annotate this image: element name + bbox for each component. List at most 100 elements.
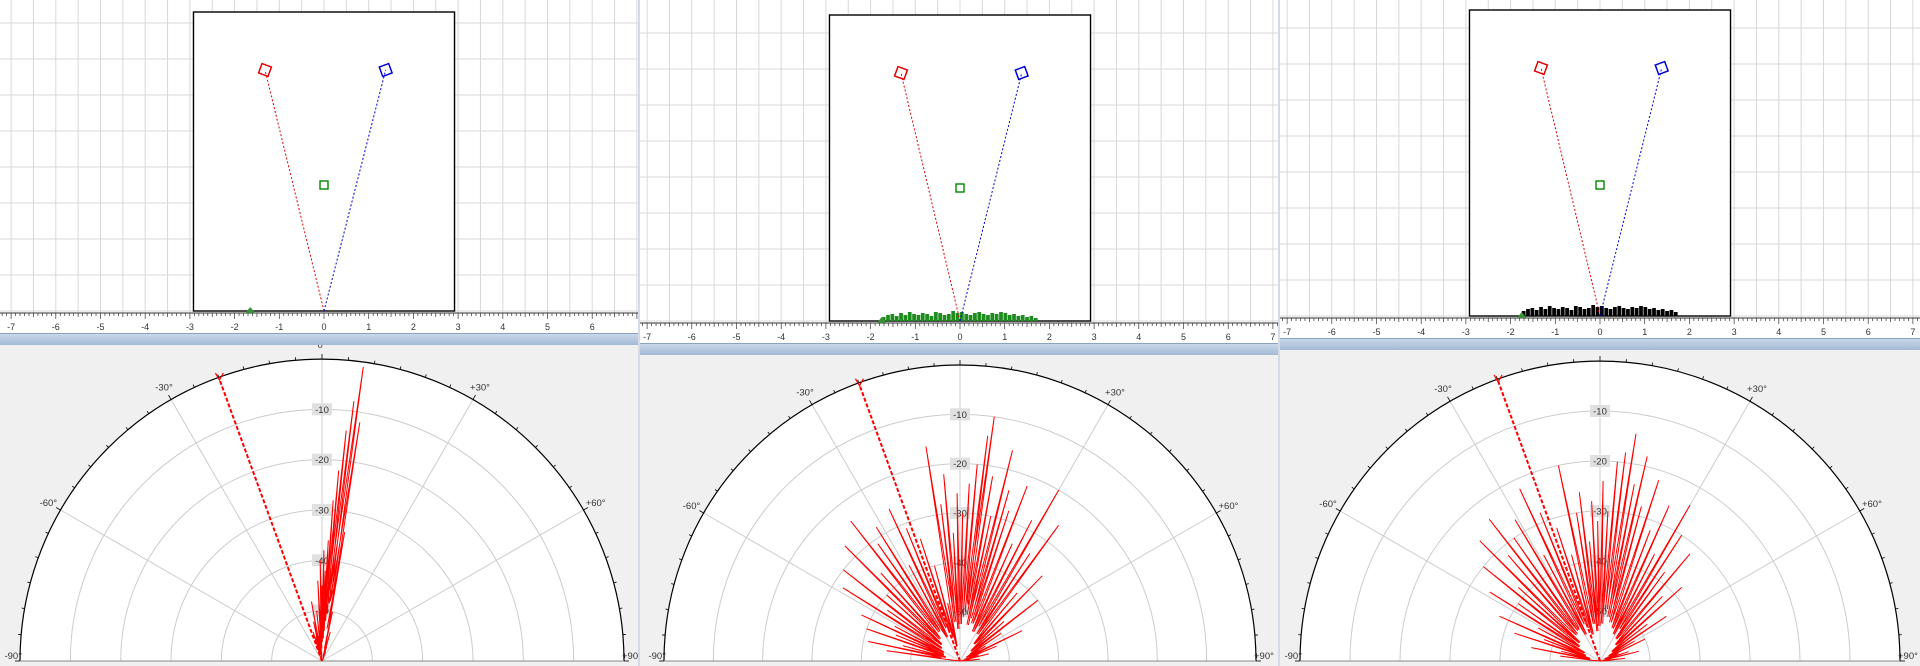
diffuser-block xyxy=(1029,316,1034,321)
ruler-label: -4 xyxy=(777,332,785,342)
polar-angle-label: +30° xyxy=(1747,384,1767,395)
polar-angle-label: 0° xyxy=(955,355,964,357)
polar-db-label: -30 xyxy=(315,506,329,517)
polar-tick xyxy=(1811,446,1815,450)
polar-tick xyxy=(146,410,150,414)
ruler-label: -7 xyxy=(1283,327,1291,337)
room-boundary xyxy=(1468,9,1732,317)
polar-tick xyxy=(1129,415,1132,419)
room-view-1[interactable]: -7 -6 -5 -4 -3 -2 -1 0 1 2 3 4 5 6 xyxy=(0,0,638,333)
polar-tick xyxy=(1546,362,1549,366)
diffuser-block xyxy=(899,313,903,321)
polar-tick xyxy=(788,415,791,419)
diffuser-block xyxy=(1591,305,1596,316)
polar-db-label: -10 xyxy=(953,410,967,421)
diffuser-block xyxy=(1012,314,1016,321)
ruler-label: -1 xyxy=(1551,327,1559,337)
diffuser-block xyxy=(1608,309,1613,316)
ruler-label: 1 xyxy=(1642,327,1647,337)
diffuser-block xyxy=(886,315,890,321)
polar-tick xyxy=(1425,412,1429,416)
ruler-label: 1 xyxy=(366,322,371,332)
diffuser-block xyxy=(1656,310,1661,316)
polar-tick xyxy=(1521,368,1523,372)
ruler-label: 1 xyxy=(1002,332,1007,342)
polar-tick xyxy=(106,445,109,448)
ruler-label: 6 xyxy=(1226,332,1231,342)
polar-tick xyxy=(1471,386,1474,390)
polar-tick xyxy=(1169,449,1172,452)
polar-tick xyxy=(1011,366,1013,370)
ruler-label: 5 xyxy=(545,322,550,332)
polar-tick xyxy=(21,607,25,609)
panel-1: -7 -6 -5 -4 -3 -2 -1 0 1 2 3 4 5 6 0° -30° +30° -60° +60°… xyxy=(0,0,638,666)
diffuser-block xyxy=(1652,308,1656,316)
diffuser-block xyxy=(1669,310,1674,316)
polar-tick xyxy=(1315,556,1319,559)
diffuser-block xyxy=(925,314,929,321)
diffuser-block xyxy=(999,312,1003,321)
polar-tick xyxy=(424,374,427,378)
polar-angle-label: 0° xyxy=(317,345,326,351)
polar-tick xyxy=(1385,446,1389,450)
diffuser-block xyxy=(1534,310,1539,316)
room-view-2[interactable]: -7 -6 -5 -4 -3 -2 -1 0 1 2 3 4 5 6 7 xyxy=(640,0,1278,343)
polar-tick xyxy=(1060,379,1063,383)
polar-tick xyxy=(833,389,836,393)
ruler-label: 7 xyxy=(1270,332,1275,342)
polar-tick xyxy=(714,489,718,492)
diffuser-block xyxy=(1552,308,1556,316)
diffuser-block xyxy=(1634,308,1639,316)
ruler-label: -6 xyxy=(1328,327,1336,337)
polar-tick xyxy=(35,556,39,559)
room-boundary xyxy=(828,14,1092,322)
polar-angle-label: -90° xyxy=(648,651,666,662)
polar-tick xyxy=(767,431,771,435)
ruler-label: 4 xyxy=(500,322,505,332)
room-plot: -7 -6 -5 -4 -3 -2 -1 0 1 2 3 4 5 6 xyxy=(0,0,638,332)
polar-angle-label: -60° xyxy=(683,501,701,512)
polar-angle-label: +90° xyxy=(1254,651,1274,662)
polar-angle-label: +60° xyxy=(1219,501,1239,512)
polar-tick xyxy=(1447,396,1451,402)
diffuser-block xyxy=(946,314,951,321)
diffuser-block xyxy=(1626,309,1630,316)
ruler-label: -5 xyxy=(732,332,740,342)
polar-angle-label: -60° xyxy=(40,498,58,509)
polar-db-label: -20 xyxy=(315,455,329,466)
polar-tick xyxy=(730,468,734,472)
polar-angle-label: +60° xyxy=(1862,499,1882,510)
diffuser-block xyxy=(1660,309,1665,316)
diffuser-block xyxy=(1530,308,1535,316)
polar-tick xyxy=(595,531,599,534)
ruler-label: -2 xyxy=(231,322,239,332)
diffuser-block xyxy=(1543,309,1548,316)
diffuser-block xyxy=(1673,312,1678,316)
diffuser-block xyxy=(1025,317,1029,321)
diffuser-block xyxy=(973,313,977,321)
polar-tick xyxy=(125,427,129,430)
polar-view-3[interactable]: 0°-30°+30°-60°+60°-90°+90°-10-20-30-40-5… xyxy=(1280,350,1920,666)
polar-angle-label: -30° xyxy=(796,388,814,399)
polar-tick xyxy=(472,394,476,400)
polar-tick xyxy=(88,464,91,468)
room-view-3[interactable]: -7 -6 -5 -4 -3 -2 -1 0 1 2 3 4 5 6 7 xyxy=(1280,0,1920,338)
polar-tick xyxy=(535,445,538,448)
diffuser-block xyxy=(929,316,934,321)
polar-tick xyxy=(192,384,195,388)
polar-view-1[interactable]: 0°-30°+30°-60°+60°-90°+90°-10-20-30-40-5… xyxy=(0,345,638,666)
polar-db-label: -10 xyxy=(1593,407,1607,418)
polar-tick xyxy=(45,531,49,534)
polar-angle-label: -30° xyxy=(1434,384,1452,395)
polar-tick xyxy=(1107,400,1111,405)
ruler-label: 2 xyxy=(1047,332,1052,342)
polar-tick xyxy=(168,394,172,400)
polar-view-2[interactable]: 0°-30°+30°-60°+60°-90°+90°-10-20-30-40-5… xyxy=(640,355,1278,666)
diffuser-block xyxy=(1547,306,1552,316)
ruler-label: 0 xyxy=(321,322,326,332)
polar-plot: 0°-30°+30°-60°+60°-90°+90°-10-20-30-40-5… xyxy=(1284,350,1918,662)
polar-tick xyxy=(1829,465,1833,469)
ruler-label: -3 xyxy=(822,332,830,342)
diffuser-block xyxy=(942,315,947,321)
diffuser-block xyxy=(1586,308,1591,316)
